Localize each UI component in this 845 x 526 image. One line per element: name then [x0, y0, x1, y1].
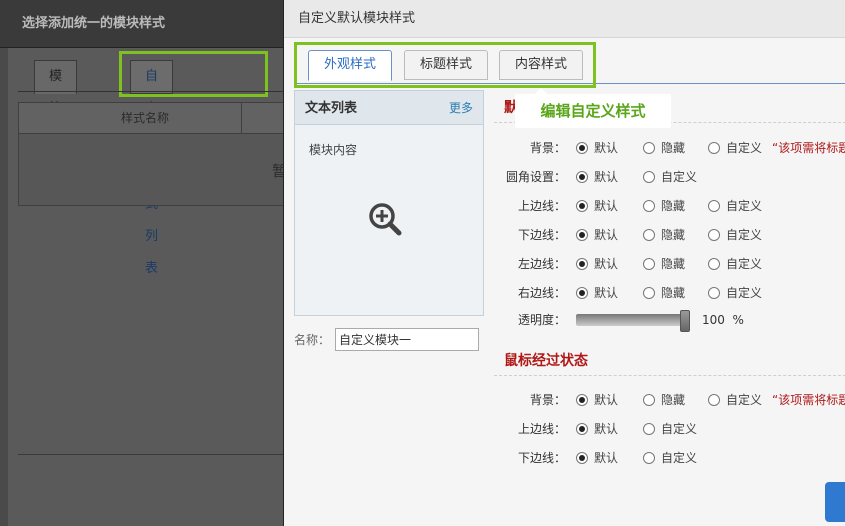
radio-default[interactable]: 默认: [576, 254, 618, 274]
divider: [18, 91, 300, 92]
radio-checked-icon: [576, 423, 588, 435]
radio-default[interactable]: 默认: [576, 283, 618, 303]
radio-hide[interactable]: 隐藏: [643, 138, 685, 158]
radio-default[interactable]: 默认: [576, 419, 618, 439]
radio-custom[interactable]: 自定义: [643, 419, 697, 439]
radio-unchecked-icon: [708, 229, 720, 241]
radio-default[interactable]: 默认: [576, 167, 618, 187]
row-label: 右边线：: [517, 286, 566, 300]
radio-custom[interactable]: 自定义: [708, 254, 762, 274]
preview-title: 文本列表: [305, 101, 358, 116]
preview-header: 文本列表 更多: [295, 91, 483, 125]
radio-hide[interactable]: 隐藏: [643, 283, 685, 303]
radio-checked-icon: [576, 287, 588, 299]
radio-unchecked-icon: [643, 394, 655, 406]
radio-unchecked-icon: [708, 200, 720, 212]
opacity-slider-track[interactable]: [576, 314, 686, 326]
style-table: 样式名称 暂: [18, 102, 300, 206]
radio-custom[interactable]: 自定义: [708, 390, 762, 410]
row-label: 左边线：: [517, 257, 566, 271]
radio-unchecked-icon: [708, 142, 720, 154]
module-preview: 文本列表 更多 模块内容: [294, 90, 484, 316]
row-label: 圆角设置：: [505, 170, 566, 184]
row-left-border: 左边线： 默认 隐藏 自定义: [494, 254, 845, 274]
radio-custom[interactable]: 自定义: [643, 448, 697, 468]
radio-unchecked-icon: [643, 171, 655, 183]
edit-custom-style-tooltip: 编辑自定义样式: [515, 88, 671, 128]
radio-unchecked-icon: [643, 200, 655, 212]
radio-hide[interactable]: 隐藏: [643, 390, 685, 410]
preview-more-link[interactable]: 更多: [449, 91, 473, 125]
row-label: 下边线：: [517, 228, 566, 242]
radio-default[interactable]: 默认: [576, 196, 618, 216]
radio-checked-icon: [576, 394, 588, 406]
radio-unchecked-icon: [708, 287, 720, 299]
radio-default[interactable]: 默认: [576, 390, 618, 410]
section-divider: [494, 375, 845, 376]
row-background: 背景： 默认 隐藏 自定义 “该项需将标题: [494, 138, 845, 158]
radio-unchecked-icon: [643, 287, 655, 299]
radio-custom[interactable]: 自定义: [643, 167, 697, 187]
radio-checked-icon: [576, 142, 588, 154]
background-dialog: 选择添加统一的模块样式 模块样式 自定义样式列表 样式名称 暂: [0, 0, 300, 526]
radio-unchecked-icon: [643, 423, 655, 435]
dialog-title: 自定义默认模块样式: [284, 0, 845, 38]
opacity-slider-handle[interactable]: [680, 310, 690, 332]
module-name-input[interactable]: [335, 328, 479, 351]
row-hover-background: 背景： 默认 隐藏 自定义 “该项需将标题: [494, 390, 845, 410]
radio-checked-icon: [576, 258, 588, 270]
radio-hide[interactable]: 隐藏: [643, 225, 685, 245]
section-hover-title: 鼠标经过状态: [504, 353, 588, 369]
radio-default[interactable]: 默认: [576, 225, 618, 245]
zoom-in-icon[interactable]: [368, 202, 402, 236]
highlight-frame-tabs: [294, 42, 596, 88]
opacity-value: 100 %: [702, 313, 744, 327]
row-label: 透明度：: [517, 313, 566, 327]
module-name-row: 名称：: [294, 328, 479, 352]
radio-hide[interactable]: 隐藏: [643, 196, 685, 216]
row-top-border: 上边线： 默认 隐藏 自定义: [494, 196, 845, 216]
background-note: “该项需将标题: [772, 141, 845, 155]
radio-unchecked-icon: [708, 394, 720, 406]
radio-checked-icon: [576, 452, 588, 464]
radio-custom[interactable]: 自定义: [708, 196, 762, 216]
row-right-border: 右边线： 默认 隐藏 自定义: [494, 283, 845, 303]
background-dialog-title: 选择添加统一的模块样式: [0, 0, 300, 48]
radio-default[interactable]: 默认: [576, 448, 618, 468]
tab-module-style[interactable]: 模块样式: [34, 60, 78, 180]
radio-unchecked-icon: [643, 229, 655, 241]
radio-unchecked-icon: [643, 258, 655, 270]
column-separator: [241, 103, 242, 134]
row-label: 上边线：: [517, 199, 566, 213]
row-bottom-border: 下边线： 默认 隐藏 自定义: [494, 225, 845, 245]
row-hover-bottom-border: 下边线： 默认 自定义: [494, 448, 845, 468]
row-label: 背景：: [529, 393, 566, 407]
radio-checked-icon: [576, 171, 588, 183]
radio-hide[interactable]: 隐藏: [643, 254, 685, 274]
row-label: 上边线：: [517, 422, 566, 436]
row-label: 下边线：: [517, 451, 566, 465]
radio-checked-icon: [576, 200, 588, 212]
row-corner: 圆角设置： 默认 自定义: [494, 167, 845, 187]
radio-unchecked-icon: [708, 258, 720, 270]
row-opacity: 透明度： 100 %: [494, 310, 845, 332]
confirm-button[interactable]: [825, 482, 845, 522]
radio-checked-icon: [576, 229, 588, 241]
module-name-label: 名称：: [294, 333, 331, 347]
hover-background-note: “该项需将标题: [772, 393, 845, 407]
radio-custom[interactable]: 自定义: [708, 283, 762, 303]
row-hover-top-border: 上边线： 默认 自定义: [494, 419, 845, 439]
radio-custom[interactable]: 自定义: [708, 138, 762, 158]
preview-content: 模块内容: [309, 143, 358, 157]
radio-unchecked-icon: [643, 142, 655, 154]
radio-default[interactable]: 默认: [576, 138, 618, 158]
divider: [18, 454, 300, 455]
row-label: 背景：: [529, 141, 566, 155]
table-header: 样式名称: [19, 103, 299, 134]
column-style-name: 样式名称: [121, 111, 170, 125]
radio-custom[interactable]: 自定义: [708, 225, 762, 245]
radio-unchecked-icon: [643, 452, 655, 464]
